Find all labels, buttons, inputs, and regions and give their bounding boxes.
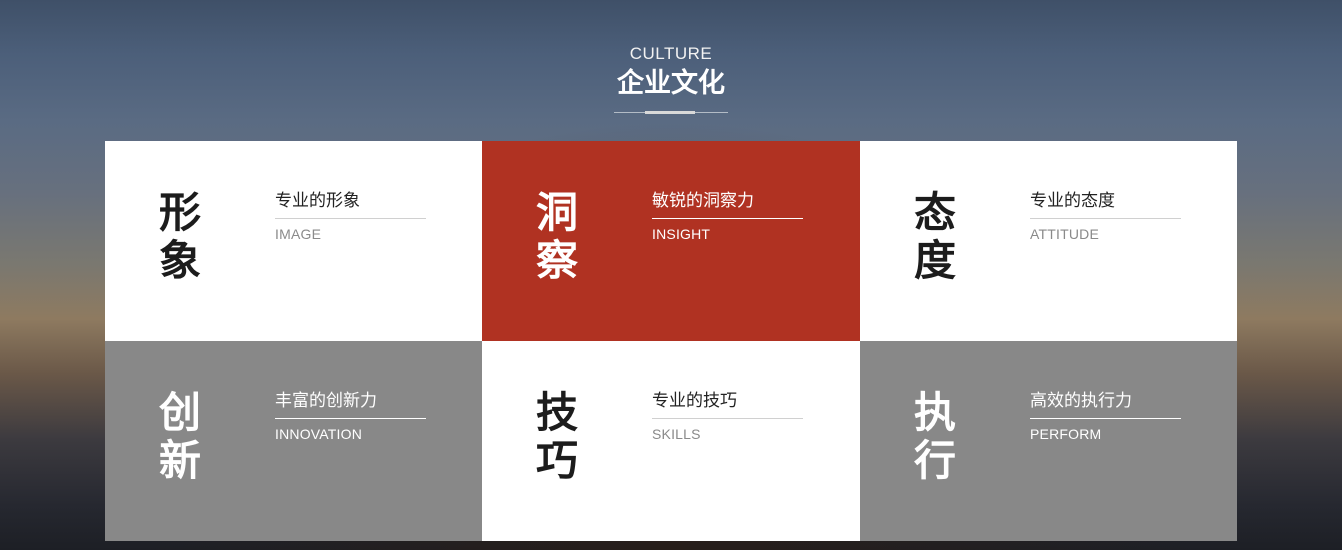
card-info: 专业的技巧 SKILLS	[652, 389, 803, 443]
card-english-label: INSIGHT	[652, 226, 711, 242]
card-title: 专业的形象	[275, 189, 426, 219]
card-info: 丰富的创新力 INNOVATION	[275, 389, 426, 443]
card-info: 专业的态度 ATTITUDE	[1030, 189, 1181, 243]
card-info: 高效的执行力 PERFORM	[1030, 389, 1181, 443]
card-info: 敏锐的洞察力 INSIGHT	[652, 189, 803, 243]
card-english-label: SKILLS	[652, 426, 701, 442]
card-title: 丰富的创新力	[275, 389, 426, 419]
card-title: 专业的技巧	[652, 389, 803, 419]
culture-card-perform[interactable]: 执行 高效的执行力 PERFORM	[860, 341, 1237, 541]
title-divider	[614, 111, 728, 114]
culture-card-attitude[interactable]: 态度 专业的态度 ATTITUDE	[860, 141, 1237, 341]
culture-header: CULTURE 企业文化	[0, 40, 1342, 114]
card-english-label: INNOVATION	[275, 426, 363, 442]
calligraphy-glyph: 态度	[913, 188, 956, 285]
card-english-label: IMAGE	[275, 226, 322, 242]
card-english-label: PERFORM	[1030, 426, 1102, 442]
calligraphy-glyph: 创新	[158, 388, 201, 485]
culture-grid: 形象 专业的形象 IMAGE 洞察 敏锐的洞察力 INSIGHT 态度 专业的态…	[105, 141, 1237, 541]
culture-card-image[interactable]: 形象 专业的形象 IMAGE	[105, 141, 482, 341]
section-subtitle: CULTURE	[629, 44, 713, 63]
culture-card-skills[interactable]: 技巧 专业的技巧 SKILLS	[482, 341, 860, 541]
culture-card-innovation[interactable]: 创新 丰富的创新力 INNOVATION	[105, 341, 482, 541]
calligraphy-glyph: 执行	[913, 388, 956, 485]
card-title: 敏锐的洞察力	[652, 189, 803, 219]
section-title: 企业文化	[617, 68, 725, 99]
card-english-label: ATTITUDE	[1030, 226, 1100, 242]
card-info: 专业的形象 IMAGE	[275, 189, 426, 243]
card-title: 高效的执行力	[1030, 389, 1181, 419]
calligraphy-glyph: 形象	[158, 188, 201, 285]
title-divider-accent	[645, 111, 695, 114]
card-title: 专业的态度	[1030, 189, 1181, 219]
calligraphy-glyph: 技巧	[535, 388, 578, 485]
calligraphy-glyph: 洞察	[535, 188, 578, 285]
culture-card-insight[interactable]: 洞察 敏锐的洞察力 INSIGHT	[482, 141, 860, 341]
